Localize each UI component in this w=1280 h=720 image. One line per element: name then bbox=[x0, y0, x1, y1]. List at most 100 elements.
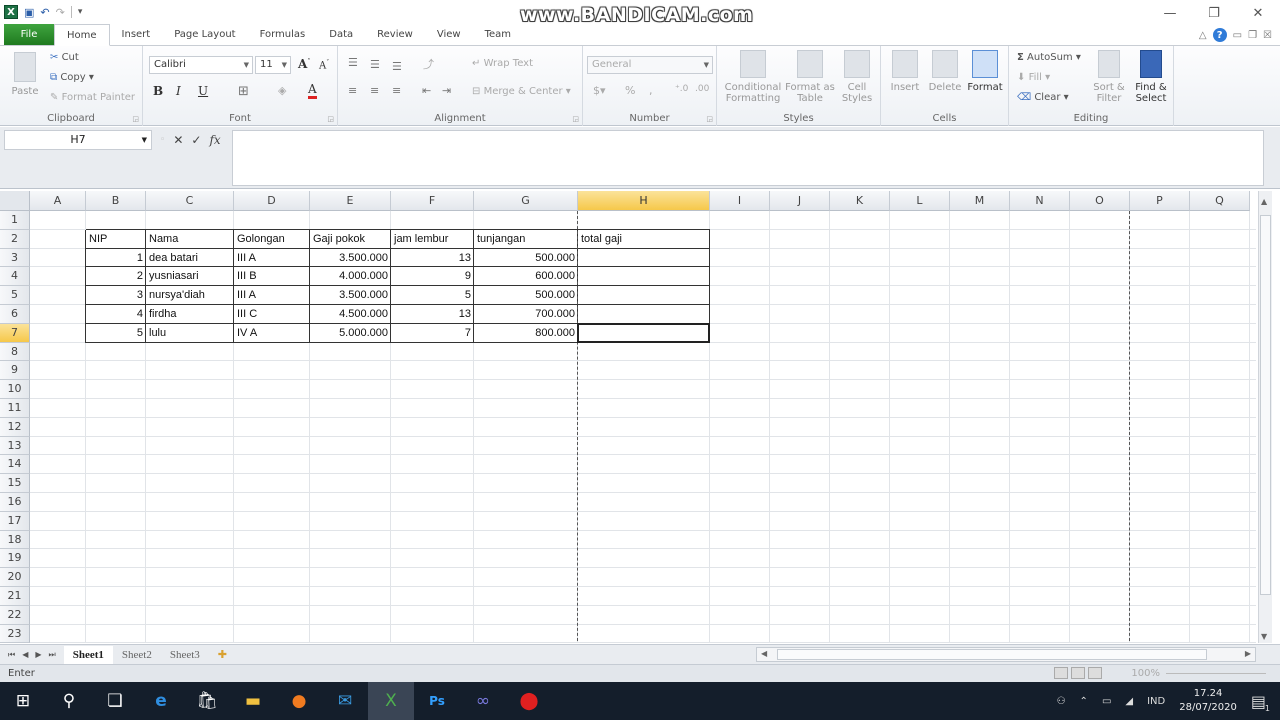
row-header-13[interactable]: 13 bbox=[0, 436, 30, 456]
horizontal-scroll-thumb[interactable] bbox=[777, 649, 1207, 660]
alignment-launcher-icon[interactable]: ◲ bbox=[572, 115, 579, 123]
first-sheet-icon[interactable]: ⏮ bbox=[8, 650, 15, 660]
column-header-c[interactable]: C bbox=[146, 191, 234, 211]
table-cell[interactable]: III C bbox=[235, 305, 309, 324]
vertical-scrollbar[interactable]: ▲ ▼ bbox=[1258, 191, 1272, 643]
task-view-icon[interactable]: ❏ bbox=[92, 682, 138, 720]
table-cell[interactable]: 3.500.000 bbox=[311, 286, 390, 305]
select-all-button[interactable] bbox=[0, 191, 30, 211]
edge-icon[interactable]: e bbox=[138, 682, 184, 720]
percent-button[interactable]: % bbox=[625, 84, 635, 97]
delete-cells-button[interactable]: Delete bbox=[925, 50, 965, 93]
row-header-15[interactable]: 15 bbox=[0, 474, 30, 493]
undo-icon[interactable]: ↶ bbox=[40, 6, 49, 19]
next-sheet-icon[interactable]: ▶ bbox=[35, 650, 41, 660]
row-header-10[interactable]: 10 bbox=[0, 380, 30, 399]
column-header-g[interactable]: G bbox=[474, 191, 578, 211]
table-cell[interactable]: yusniasari bbox=[147, 267, 233, 286]
mail-icon[interactable]: ✉ bbox=[322, 682, 368, 720]
row-header-7[interactable]: 7 bbox=[0, 323, 30, 343]
sheet-tab-1[interactable]: Sheet1 bbox=[63, 645, 113, 664]
table-cell[interactable]: firdha bbox=[147, 305, 233, 324]
sheet-tab-3[interactable]: Sheet3 bbox=[161, 646, 209, 664]
wrap-text-button[interactable]: ↵ Wrap Text bbox=[472, 58, 533, 69]
table-cell[interactable]: nursya'diah bbox=[147, 286, 233, 305]
zoom-level[interactable]: 100% bbox=[1131, 665, 1160, 682]
bold-button[interactable]: B bbox=[153, 84, 163, 98]
font-launcher-icon[interactable]: ◲ bbox=[327, 115, 334, 123]
clipboard-launcher-icon[interactable]: ◲ bbox=[132, 115, 139, 123]
insert-function-button[interactable]: fx bbox=[209, 133, 220, 147]
table-header-cell[interactable]: NIP bbox=[87, 230, 145, 249]
excel-taskbar-icon[interactable]: X bbox=[368, 682, 414, 720]
vertical-scroll-thumb[interactable] bbox=[1260, 215, 1271, 595]
comma-style-icon[interactable]: , bbox=[649, 84, 653, 97]
minimize-button[interactable]: — bbox=[1148, 0, 1192, 26]
tab-page-layout[interactable]: Page Layout bbox=[162, 24, 247, 45]
tab-team[interactable]: Team bbox=[473, 24, 523, 45]
show-hidden-icons[interactable]: ⌃ bbox=[1080, 696, 1088, 707]
file-explorer-icon[interactable]: ▬ bbox=[230, 682, 276, 720]
scroll-right-icon[interactable]: ▶ bbox=[1245, 649, 1251, 658]
table-cell[interactable]: 700.000 bbox=[475, 305, 577, 324]
start-icon[interactable]: ⊞ bbox=[0, 682, 46, 720]
table-cell[interactable]: III A bbox=[235, 249, 309, 268]
table-cell[interactable]: III B bbox=[235, 267, 309, 286]
grow-font-icon[interactable]: A˄ bbox=[298, 57, 310, 71]
page-break-view-icon[interactable] bbox=[1088, 667, 1102, 679]
row-header-12[interactable]: 12 bbox=[0, 417, 30, 437]
table-header-cell[interactable]: total gaji bbox=[579, 230, 709, 249]
currency-icon[interactable]: $▾ bbox=[593, 84, 606, 97]
decrease-decimal-icon[interactable]: .00 bbox=[695, 84, 709, 94]
decrease-indent-icon[interactable]: ⇤ bbox=[422, 84, 431, 97]
column-header-i[interactable]: I bbox=[710, 191, 770, 211]
table-cell[interactable]: 13 bbox=[392, 305, 473, 324]
restore-button[interactable]: ❐ bbox=[1192, 0, 1236, 26]
format-cells-button[interactable]: Format bbox=[965, 50, 1005, 93]
row-header-19[interactable]: 19 bbox=[0, 549, 30, 569]
row-header-4[interactable]: 4 bbox=[0, 267, 30, 287]
tab-formulas[interactable]: Formulas bbox=[248, 24, 318, 45]
redo-icon[interactable]: ↷ bbox=[56, 6, 65, 19]
tab-home[interactable]: Home bbox=[54, 24, 110, 46]
page-layout-view-icon[interactable] bbox=[1071, 667, 1085, 679]
row-header-3[interactable]: 3 bbox=[0, 248, 30, 268]
borders-icon[interactable]: ⊞ bbox=[238, 84, 249, 99]
table-cell[interactable] bbox=[579, 267, 709, 286]
scroll-down-icon[interactable]: ▼ bbox=[1261, 632, 1267, 641]
table-cell[interactable]: 9 bbox=[392, 267, 473, 286]
font-name-select[interactable]: Calibri ▼ bbox=[149, 56, 253, 74]
underline-button[interactable]: U bbox=[198, 84, 208, 98]
table-cell[interactable]: 600.000 bbox=[475, 267, 577, 286]
table-header-cell[interactable]: Golongan bbox=[235, 230, 309, 249]
align-center-icon[interactable]: ≡ bbox=[370, 84, 379, 97]
align-middle-icon[interactable]: ☰ bbox=[370, 58, 380, 71]
row-header-9[interactable]: 9 bbox=[0, 361, 30, 381]
table-header-cell[interactable]: Nama bbox=[147, 230, 233, 249]
column-header-p[interactable]: P bbox=[1130, 191, 1190, 211]
column-header-f[interactable]: F bbox=[391, 191, 474, 211]
paste-button[interactable]: Paste bbox=[8, 52, 42, 97]
align-top-icon[interactable]: ☰ bbox=[348, 56, 358, 69]
table-cell[interactable]: 2 bbox=[87, 267, 145, 286]
tab-file[interactable]: File bbox=[4, 24, 54, 45]
table-cell[interactable]: IV A bbox=[235, 324, 309, 343]
scroll-left-icon[interactable]: ◀ bbox=[761, 649, 767, 658]
column-header-m[interactable]: M bbox=[950, 191, 1010, 211]
search-icon[interactable]: ⚲ bbox=[46, 682, 92, 720]
find-select-button[interactable]: Find & Select bbox=[1131, 50, 1171, 104]
font-size-select[interactable]: 11 ▼ bbox=[255, 56, 291, 74]
column-header-d[interactable]: D bbox=[234, 191, 310, 211]
sort-filter-button[interactable]: Sort & Filter bbox=[1089, 50, 1129, 104]
align-left-icon[interactable]: ≡ bbox=[348, 84, 357, 97]
column-header-k[interactable]: K bbox=[830, 191, 890, 211]
table-cell[interactable]: 5 bbox=[392, 286, 473, 305]
row-header-6[interactable]: 6 bbox=[0, 305, 30, 324]
table-cell[interactable]: 800.000 bbox=[475, 324, 577, 343]
wifi-icon[interactable]: ◢ bbox=[1125, 696, 1133, 707]
workbook-close-icon[interactable]: ☒ bbox=[1263, 30, 1272, 41]
workbook-restore-icon[interactable]: ❐ bbox=[1248, 30, 1257, 41]
table-header-cell[interactable]: jam lembur bbox=[392, 230, 473, 249]
column-header-n[interactable]: N bbox=[1010, 191, 1070, 211]
autosum-button[interactable]: Σ AutoSum ▾ bbox=[1017, 52, 1081, 63]
